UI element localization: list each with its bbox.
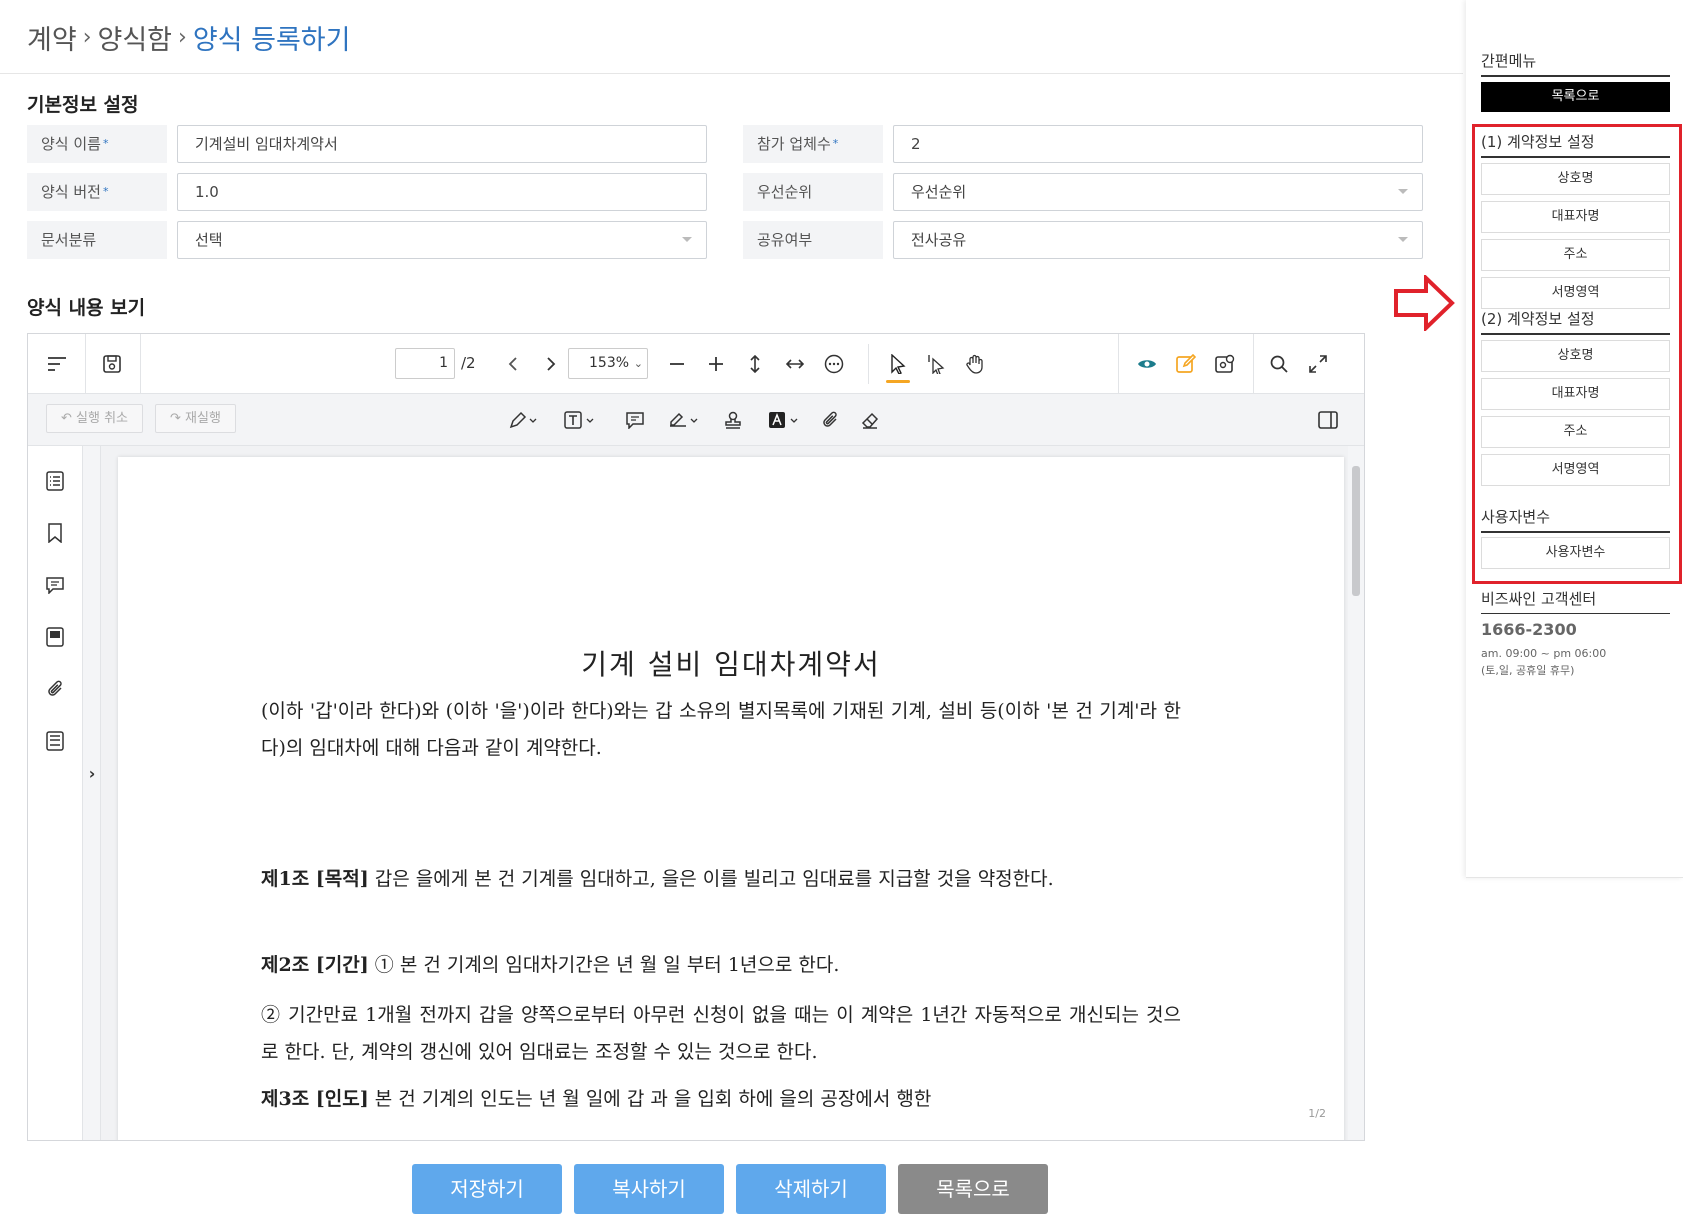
customer-center-heading: 비즈싸인 고객센터 xyxy=(1481,588,1670,614)
zoom-out-icon[interactable] xyxy=(662,349,692,379)
document-title: 기계 설비 임대차계약서 xyxy=(581,648,881,681)
search-icon[interactable] xyxy=(1264,349,1294,379)
document-article-2: 제2조 [기간] ① 본 건 기계의 임대차기간은 년 월 일 부터 1년으로 … xyxy=(261,954,840,976)
fit-width-icon[interactable] xyxy=(780,349,810,379)
thumbnail-list-icon[interactable] xyxy=(40,466,70,496)
form-panel-icon[interactable] xyxy=(40,622,70,652)
chevron-down-icon xyxy=(1398,237,1408,242)
chevron-right-icon[interactable] xyxy=(536,349,566,379)
save-icon[interactable] xyxy=(97,349,127,379)
page-title: 양식 등록하기 xyxy=(192,25,351,56)
scrollbar-thumb[interactable] xyxy=(1352,466,1360,596)
zoom-select[interactable]: 153% ⌄ xyxy=(568,348,648,379)
toolbar-divider xyxy=(868,344,869,384)
priority-label: 우선순위 xyxy=(743,173,883,211)
participants-input[interactable]: 2 xyxy=(893,125,1423,163)
select-pointer-icon[interactable] xyxy=(883,349,913,379)
breadcrumb: 계약 › 양식함 › 양식 등록하기 xyxy=(27,18,350,57)
stamp-icon[interactable] xyxy=(718,405,748,435)
sharing-select[interactable]: 전사공유 xyxy=(893,221,1423,259)
toolbar-divider xyxy=(85,334,86,394)
left-panel-toggle[interactable]: › xyxy=(83,446,101,1140)
version-label: 양식 버전 * xyxy=(27,173,167,211)
outline-menu-icon[interactable] xyxy=(42,349,72,379)
doc-category-select[interactable]: 선택 xyxy=(177,221,707,259)
bookmark-icon[interactable] xyxy=(40,518,70,548)
toolbar-divider xyxy=(1118,334,1119,394)
form-fields-icon[interactable] xyxy=(1210,349,1240,379)
viewer-toolbar-main: 1 /2 153% ⌄ xyxy=(28,334,1364,394)
viewer-scrollbar[interactable] xyxy=(1348,446,1364,1140)
customer-center-hours: am. 09:00 ~ pm 06:00 (토,일, 공휴일 휴무) xyxy=(1481,647,1607,677)
attachments-panel-icon[interactable] xyxy=(40,674,70,704)
breadcrumb-form-box[interactable]: 양식함 xyxy=(98,18,173,57)
viewer-title: 양식 내용 보기 xyxy=(27,297,146,319)
pdf-viewer: 1 /2 153% ⌄ ↶ 실행 취소 ↷ 재실행 › 기계 설비 임대차계약서… xyxy=(27,333,1365,1141)
edit-icon[interactable] xyxy=(1171,349,1201,379)
list-button[interactable]: 목록으로 xyxy=(898,1164,1048,1214)
signature-panel-icon[interactable] xyxy=(40,726,70,756)
sharing-label: 공유여부 xyxy=(743,221,883,259)
viewer-left-rail xyxy=(28,446,83,1140)
customer-center-phone: 1666-2300 xyxy=(1481,620,1577,639)
eye-view-icon[interactable] xyxy=(1132,349,1162,379)
page-total: /2 xyxy=(461,354,476,372)
text-select-icon[interactable] xyxy=(921,349,951,379)
header-divider xyxy=(0,73,1463,74)
signature-tool-icon[interactable] xyxy=(664,405,704,435)
active-tool-indicator xyxy=(886,380,910,383)
form-name-input[interactable]: 기계설비 임대차계약서 xyxy=(177,125,707,163)
document-intro: (이하 '갑'이라 한다)와 (이하 '을')이라 한다)와는 갑 소유의 별지… xyxy=(261,700,1181,759)
breadcrumb-separator: › xyxy=(82,25,92,50)
breadcrumb-contract[interactable]: 계약 xyxy=(27,18,77,57)
pen-tool-icon[interactable] xyxy=(503,405,543,435)
page-number-input[interactable]: 1 xyxy=(395,348,455,379)
chevron-right-icon[interactable]: › xyxy=(77,758,107,788)
chevron-down-icon xyxy=(1398,189,1408,194)
viewer-toolbar-annotation: ↶ 실행 취소 ↷ 재실행 xyxy=(28,394,1364,446)
page-indicator: 1/2 xyxy=(1308,1107,1326,1120)
chevron-down-icon: ⌄ xyxy=(633,357,643,370)
eraser-icon[interactable] xyxy=(855,405,885,435)
attachment-icon[interactable] xyxy=(815,405,845,435)
undo-button[interactable]: ↶ 실행 취소 xyxy=(46,404,144,433)
quick-menu-heading: 간편메뉴 xyxy=(1481,50,1670,77)
document-article-2-para-2: ② 기간만료 1개월 전까지 갑을 양쪽으로부터 아무런 신청이 없을 때는 이… xyxy=(261,1004,1181,1063)
save-button[interactable]: 저장하기 xyxy=(412,1164,562,1214)
chevron-left-icon[interactable] xyxy=(498,349,528,379)
arrow-right-icon xyxy=(1394,275,1455,331)
delete-button[interactable]: 삭제하기 xyxy=(736,1164,886,1214)
hand-pan-icon[interactable] xyxy=(960,349,990,379)
document-article-3: 제3조 [인도] 본 건 기계의 인도는 년 월 일에 갑 과 을 입회 하에 … xyxy=(261,1088,932,1110)
text-tool-icon[interactable] xyxy=(560,405,600,435)
highlight-box xyxy=(1472,124,1682,584)
comments-panel-icon[interactable] xyxy=(40,570,70,600)
document-article-1: 제1조 [목적] 갑은 을에게 본 건 기계를 임대하고, 을은 이를 빌리고 … xyxy=(261,868,1054,890)
text-color-icon[interactable] xyxy=(764,405,804,435)
toolbar-divider xyxy=(1253,334,1254,394)
sidebar-list-button[interactable]: 목록으로 xyxy=(1481,82,1670,112)
copy-button[interactable]: 복사하기 xyxy=(574,1164,724,1214)
toggle-panel-icon[interactable] xyxy=(1313,405,1343,435)
participants-label: 참가 업체수 * xyxy=(743,125,883,163)
fit-height-icon[interactable] xyxy=(740,349,770,379)
redo-button[interactable]: ↷ 재실행 xyxy=(155,404,236,433)
document-page: 기계 설비 임대차계약서 (이하 '갑'이라 한다)와 (이하 '을')이라 한… xyxy=(118,457,1344,1140)
breadcrumb-separator: › xyxy=(178,25,187,50)
form-name-label: 양식 이름 * xyxy=(27,125,167,163)
basic-info-title: 기본정보 설정 xyxy=(27,94,139,116)
doc-category-label: 문서분류 xyxy=(27,221,167,259)
comment-icon[interactable] xyxy=(620,405,650,435)
toolbar-divider xyxy=(140,334,141,394)
version-input[interactable]: 1.0 xyxy=(177,173,707,211)
fullscreen-icon[interactable] xyxy=(1303,349,1333,379)
more-options-icon[interactable] xyxy=(819,349,849,379)
zoom-in-icon[interactable] xyxy=(701,349,731,379)
priority-select[interactable]: 우선순위 xyxy=(893,173,1423,211)
chevron-down-icon xyxy=(682,237,692,242)
